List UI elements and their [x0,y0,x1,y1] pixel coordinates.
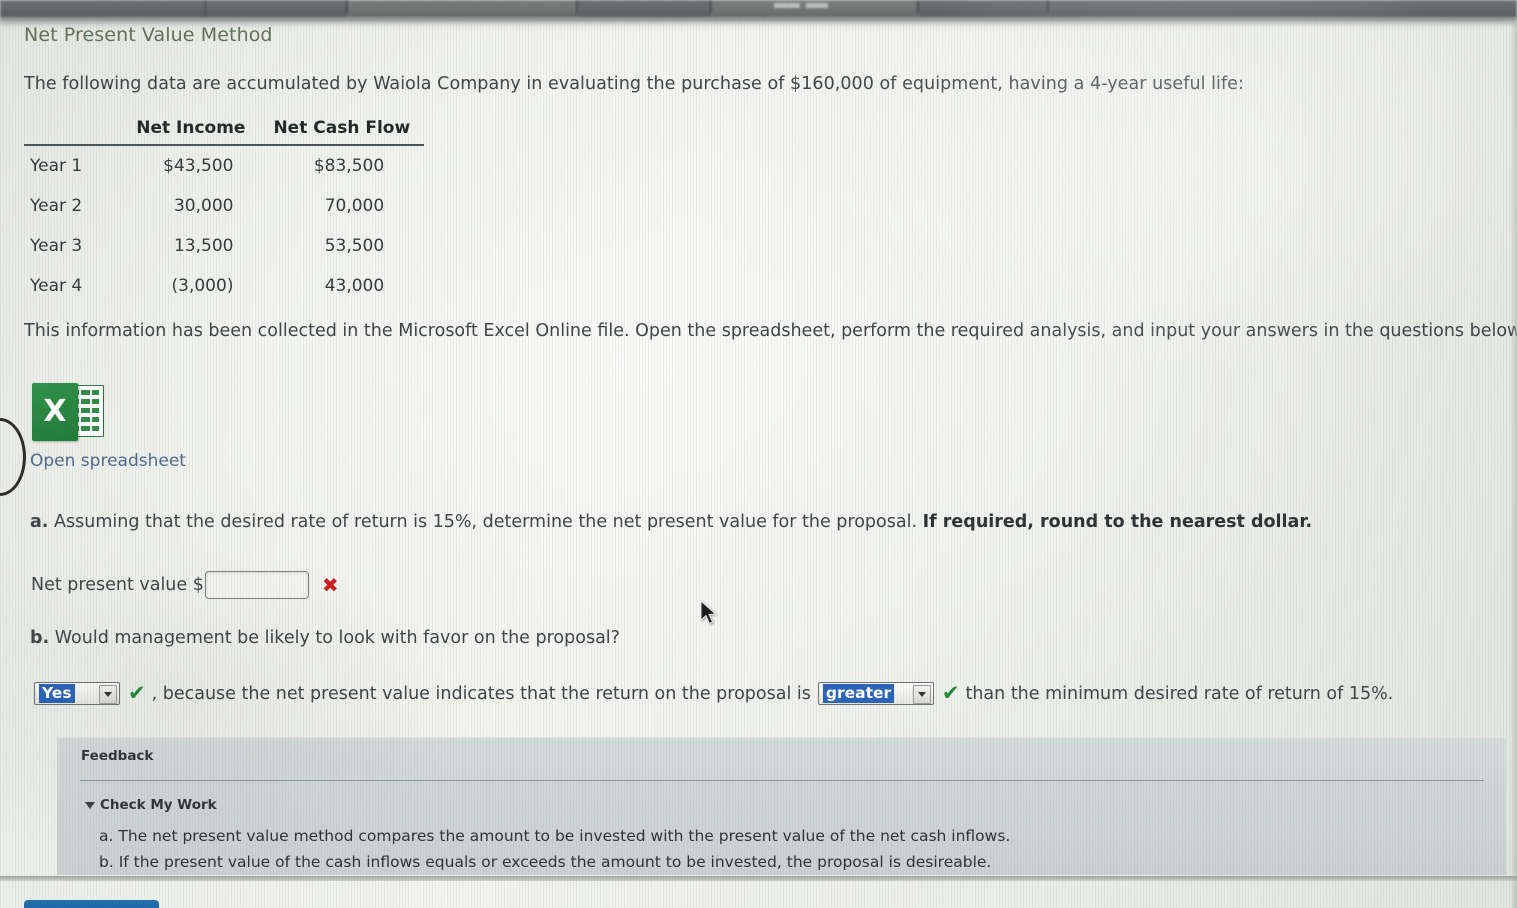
yes-no-dropdown-value: Yes [39,684,75,703]
excel-x-letter: X [43,394,67,429]
page-title: Net Present Value Method [24,24,273,46]
cell-net-cash-flow: $83,500 [313,156,385,176]
table-row: Year 2 30,000 70,000 [24,186,424,226]
yes-no-dropdown[interactable]: Yes [34,682,120,705]
row-label: Year 1 [30,156,83,176]
question-a-text: Assuming that the desired rate of return… [48,512,923,532]
question-b-mid-text: , because the net present value indicate… [151,683,811,704]
excel-instructions-paragraph: This information has been collected in t… [24,321,1517,341]
check-my-work-toggle[interactable]: Check My Work [85,797,217,813]
column-header-net-cash-flow: Net Cash Flow [273,118,411,138]
feedback-line-a: a. The net present value method compares… [99,827,1011,845]
incorrect-mark-icon: ✖ [321,573,339,597]
page-bottom-divider [0,876,1517,881]
chevron-down-icon[interactable] [99,685,117,704]
annotation-circle [0,418,26,496]
row-label: Year 4 [30,276,83,296]
cell-net-income: $43,500 [163,156,234,176]
column-header-net-income: Net Income [136,118,246,138]
question-b-answer-row: Yes ✔ , because the net present value in… [34,682,1393,705]
feedback-panel: Feedback Check My Work a. The net presen… [57,737,1506,875]
page-right-edge [1510,22,1517,908]
cell-net-cash-flow: 53,500 [324,236,385,256]
row-label: Year 3 [30,236,83,256]
check-my-work-label: Check My Work [100,797,217,813]
net-present-value-answer-row: Net present value $ ✖ [31,571,339,599]
mouse-cursor-icon [700,600,717,625]
table-row: Year 1 $43,500 $83,500 [24,145,424,186]
cell-net-income: (3,000) [171,276,234,296]
photographed-screen-page: Net Present Value Method The following d… [0,0,1517,908]
submit-button[interactable] [24,900,159,908]
question-a: a. Assuming that the desired rate of ret… [30,512,1312,532]
feedback-title: Feedback [81,748,154,764]
open-spreadsheet-link[interactable]: Open spreadsheet [30,451,186,471]
feedback-divider [80,780,1484,781]
cell-net-income: 30,000 [173,196,234,216]
net-income-cash-flow-table: Net Income Net Cash Flow Year 1 $43,500 … [24,118,425,306]
table-header-row: Net Income Net Cash Flow [24,118,425,145]
question-a-bold-tail: If required, round to the nearest dollar… [922,512,1313,532]
net-present-value-input[interactable] [204,571,309,599]
row-label: Year 2 [30,196,83,216]
comparison-dropdown[interactable]: greater [817,682,934,705]
intro-paragraph: The following data are accumulated by Wa… [24,74,1244,94]
comparison-dropdown-value: greater [822,684,895,703]
cell-net-cash-flow: 70,000 [324,196,385,216]
excel-file-icon[interactable]: X [32,383,104,443]
question-b-marker: b. [30,628,50,648]
question-b: b. Would management be likely to look wi… [30,628,620,648]
triangle-down-icon [85,801,95,809]
correct-mark-icon: ✔ [128,681,146,705]
excel-x-panel: X [32,383,78,441]
chevron-down-icon[interactable] [912,685,931,704]
feedback-line-b: b. If the present value of the cash infl… [99,853,992,871]
table-row: Year 3 13,500 53,500 [24,226,424,266]
question-b-tail-text: than the minimum desired rate of return … [965,683,1394,704]
cell-net-income: 13,500 [173,236,234,256]
question-content: Net Present Value Method The following d… [0,0,1517,908]
question-a-marker: a. [30,512,49,532]
cell-net-cash-flow: 43,000 [324,276,385,296]
question-b-text: Would management be likely to look with … [49,628,620,648]
table-row: Year 4 (3,000) 43,000 [24,266,424,306]
column-header-blank [24,118,122,145]
correct-mark-icon: ✔ [941,681,960,705]
net-present-value-label: Net present value $ [31,575,204,595]
